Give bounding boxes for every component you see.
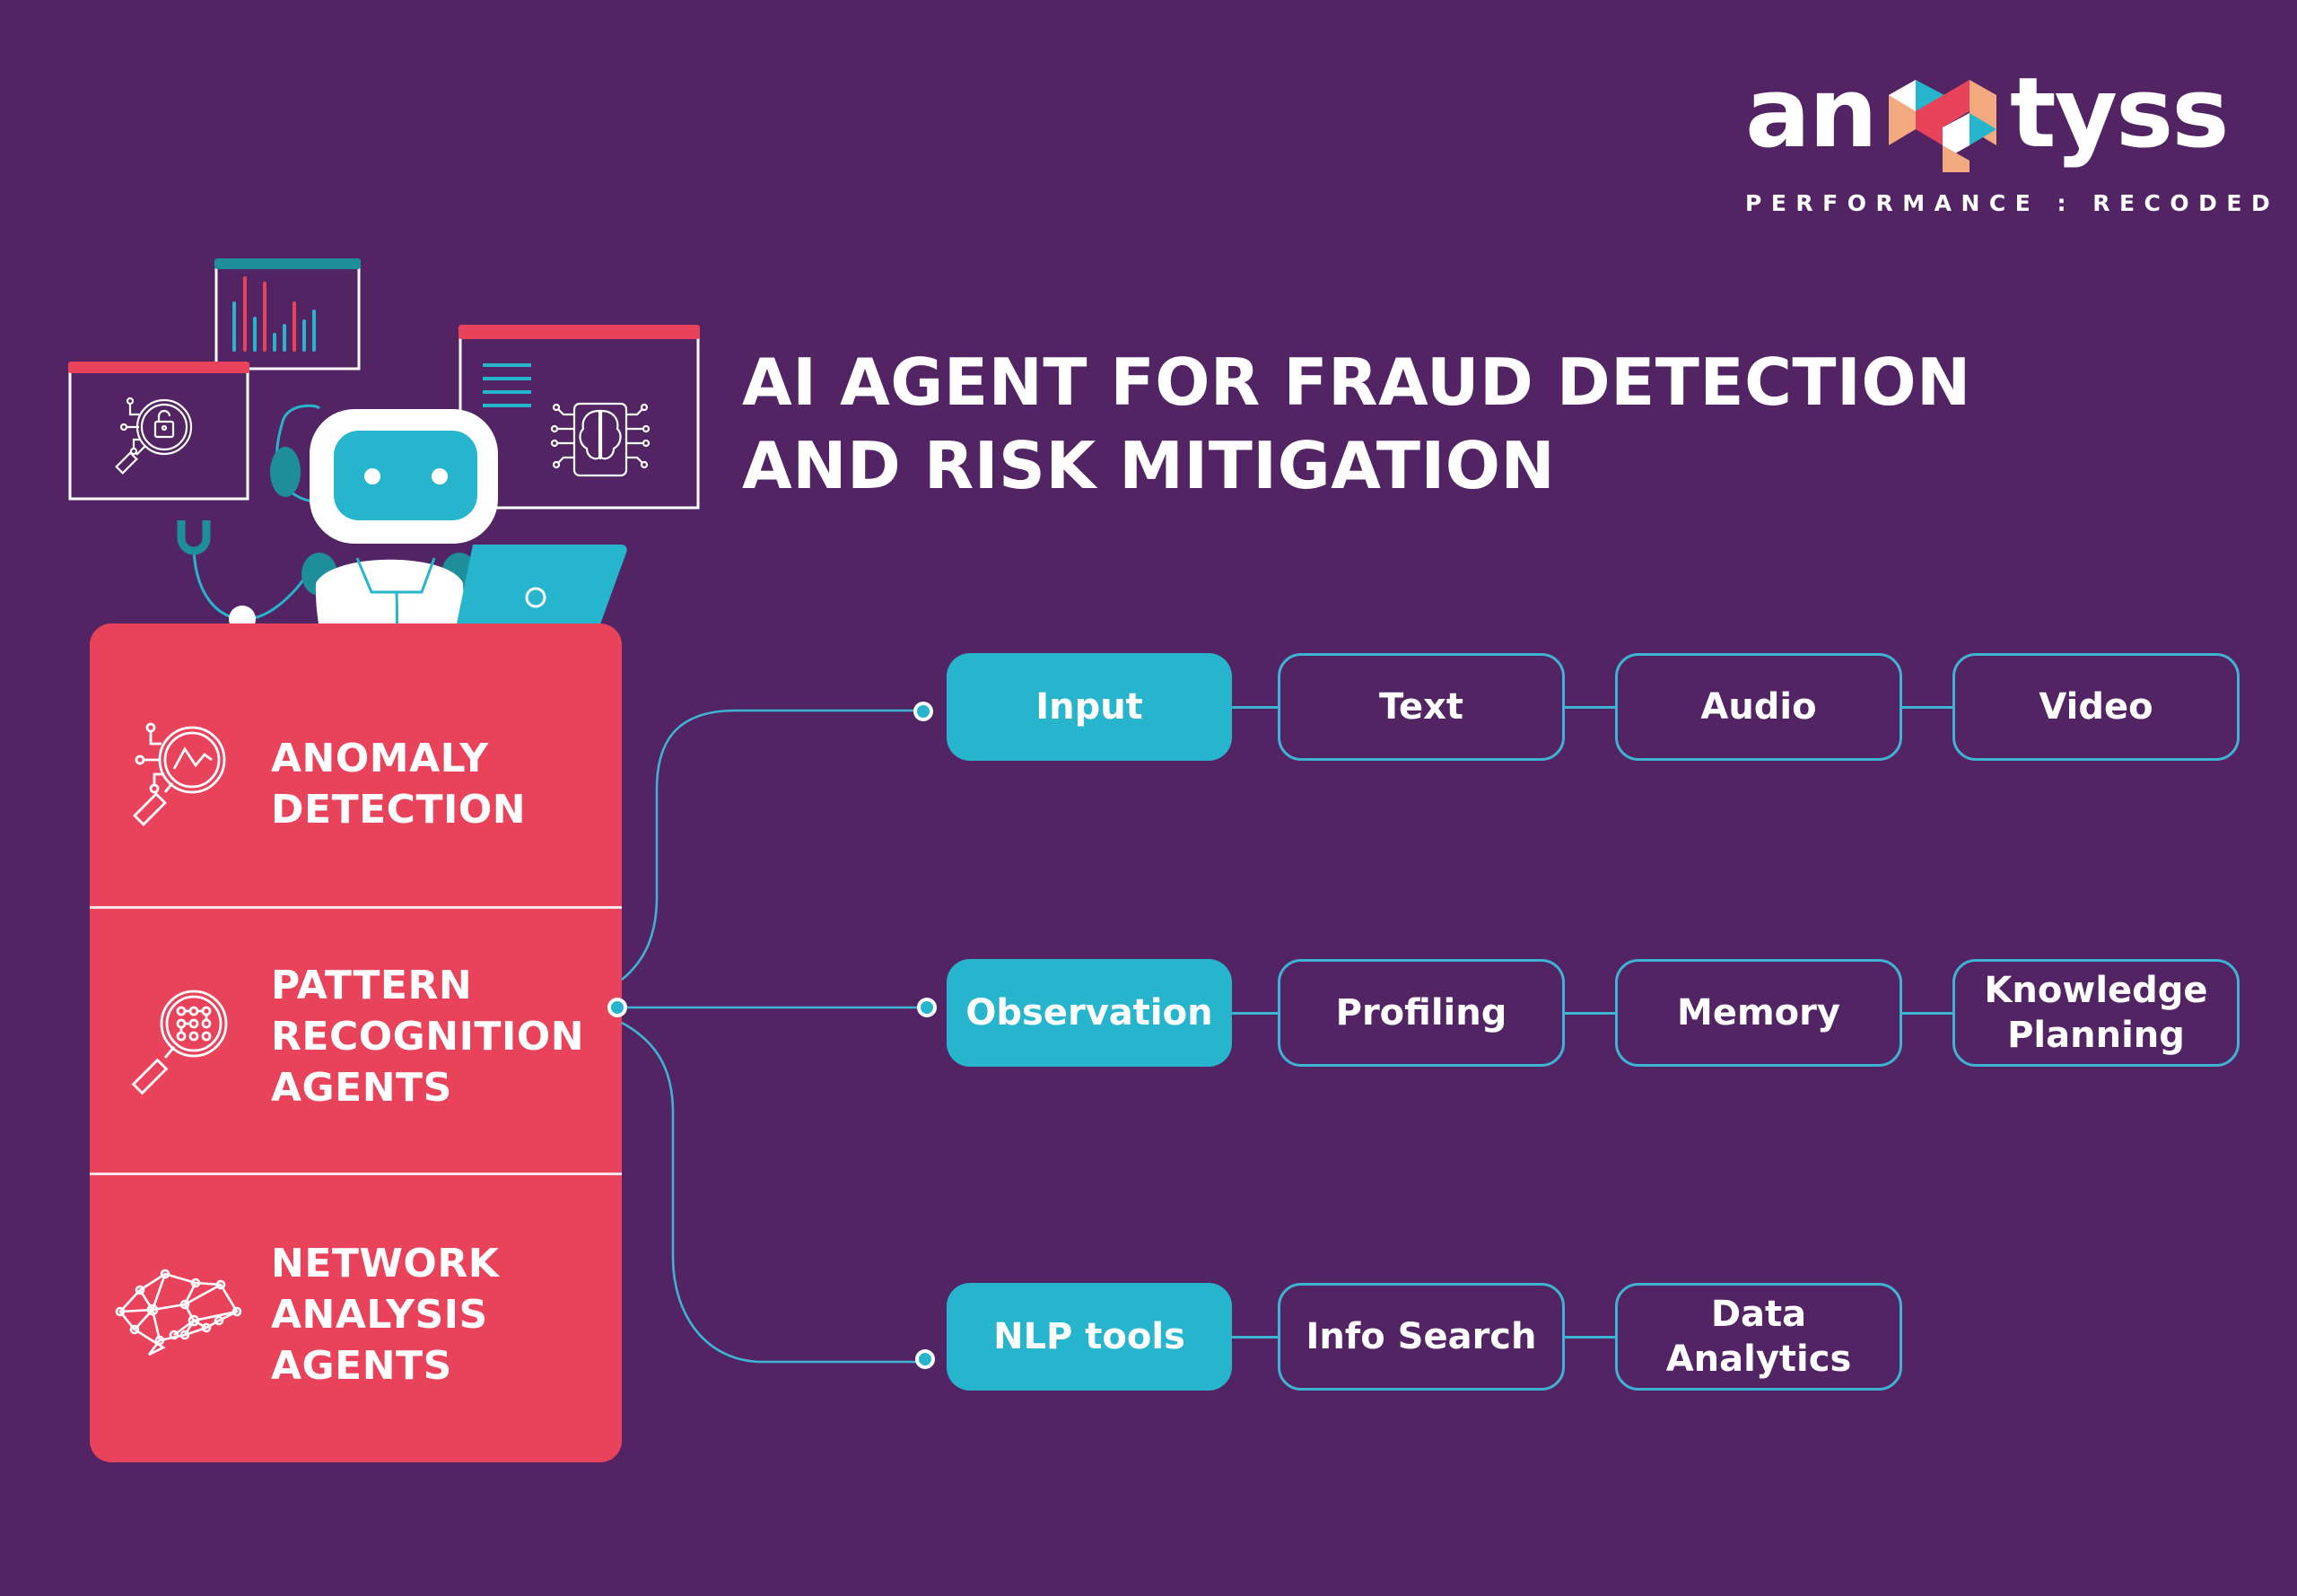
- row-connector: [1232, 706, 1278, 709]
- item-box-memory: Memory: [1615, 959, 1902, 1067]
- category-box-observation: Observation: [947, 959, 1232, 1067]
- category-box-input: Input: [947, 653, 1232, 761]
- item-box-knowledge-planning: Knowledge Planning: [1952, 959, 2240, 1067]
- item-box-info-search: Info Search: [1278, 1283, 1565, 1391]
- row-connector: [1232, 1012, 1278, 1015]
- row-connector: [1565, 1012, 1615, 1015]
- row-connector: [1232, 1336, 1278, 1339]
- item-box-profiling: Profiling: [1278, 959, 1565, 1067]
- row-connector: [1902, 706, 1952, 709]
- input-node: [913, 702, 933, 721]
- item-box-text: Text: [1278, 653, 1565, 761]
- item-box-video: Video: [1952, 653, 2240, 761]
- connector-nlp-tools: [621, 1021, 924, 1364]
- nlp-tools-node: [915, 1349, 935, 1369]
- row-connector: [1902, 1012, 1952, 1015]
- item-box-data-analytics: Data Analytics: [1615, 1283, 1902, 1391]
- category-box-nlp-tools: NLP tools: [947, 1283, 1232, 1391]
- row-connector: [1565, 1336, 1615, 1339]
- item-box-audio: Audio: [1615, 653, 1902, 761]
- connector-input: [621, 709, 921, 981]
- row-connector: [1565, 706, 1615, 709]
- hub-node: [607, 998, 627, 1017]
- observation-node: [917, 998, 937, 1017]
